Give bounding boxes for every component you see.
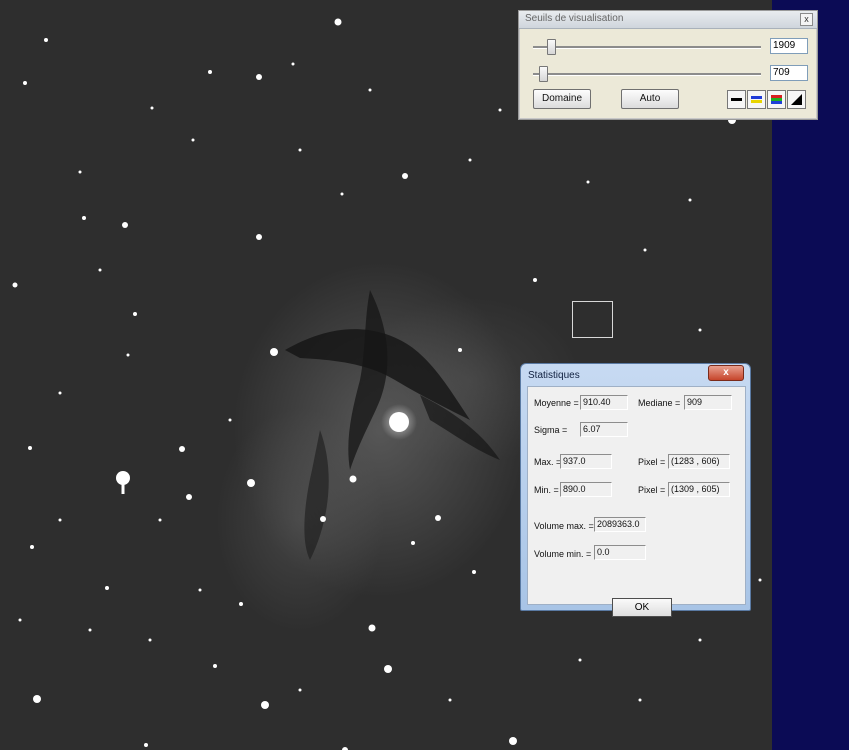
statistics-title: Statistiques [528,370,580,381]
max-label: Max. = [534,457,562,467]
ok-button[interactable]: OK [612,598,672,617]
low-threshold-slider[interactable] [533,73,761,76]
threshold-panel: Seuils de visualisation x 1909 709 Domai… [518,10,818,120]
min-pixel-label: Pixel = [638,485,666,495]
max-pixel-label: Pixel = [638,457,666,467]
min-pixel-value: (1309 , 605) [668,482,730,497]
mediane-value: 909 [684,395,732,410]
high-threshold-thumb[interactable] [547,39,556,55]
sigma-label: Sigma = [534,425,568,435]
statistics-content: Moyenne = 910.40 Mediane = 909 Sigma = 6… [527,386,746,617]
auto-button[interactable]: Auto [621,89,679,109]
palette-gradient-icon[interactable] [787,90,806,109]
palette-grey-icon[interactable] [727,90,746,109]
selection-rectangle[interactable] [572,301,613,338]
max-value: 937.0 [560,454,612,469]
moyenne-value: 910.40 [580,395,628,410]
statistics-close-button[interactable]: x [708,365,744,381]
min-value: 890.0 [560,482,612,497]
high-threshold-slider[interactable] [533,46,761,49]
volume-min-label: Volume min. = [534,549,592,559]
sigma-value: 6.07 [580,422,628,437]
statistics-dialog: Statistiques x Moyenne = 910.40 Mediane … [520,363,751,617]
threshold-titlebar[interactable]: Seuils de visualisation x [519,11,817,29]
threshold-title: Seuils de visualisation [525,13,624,24]
palette-blue-yellow-icon[interactable] [747,90,766,109]
volume-max-label: Volume max. = [534,521,594,531]
palette-rainbow-icon[interactable] [767,90,786,109]
threshold-close-button[interactable]: x [800,13,813,26]
volume-max-value: 2089363.0 [594,517,646,532]
volume-min-value: 0.0 [594,545,646,560]
high-threshold-input[interactable]: 1909 [770,38,808,54]
low-threshold-input[interactable]: 709 [770,65,808,81]
min-label: Min. = [534,485,559,495]
low-threshold-thumb[interactable] [539,66,548,82]
mediane-label: Mediane = [638,398,681,408]
moyenne-label: Moyenne = [534,398,579,408]
max-pixel-value: (1283 , 606) [668,454,730,469]
domain-button[interactable]: Domaine [533,89,591,109]
